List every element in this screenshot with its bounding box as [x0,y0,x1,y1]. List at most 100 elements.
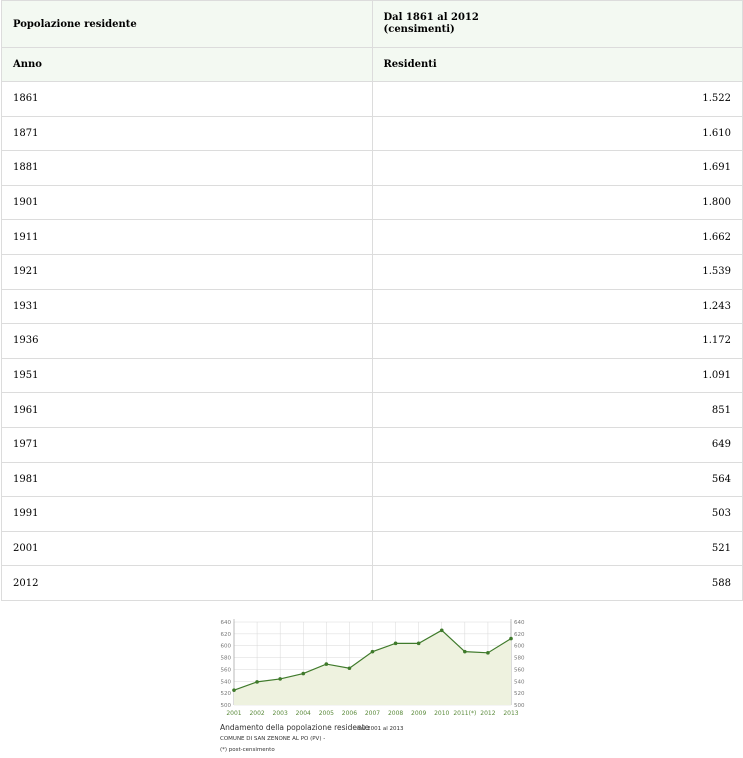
cell-year: 1911 [1,219,373,255]
x-tick-label: 2012 [480,710,495,717]
y-tick-label: 620 [221,632,232,638]
data-point [463,649,467,654]
cell-residents: 1.243 [371,288,743,325]
x-tick-label: 2006 [342,710,357,717]
cell-year: 1901 [1,184,373,221]
x-tick-label: 2009 [411,710,426,717]
data-point [278,677,282,681]
cell-residents: 851 [371,392,743,428]
chart-y-ticks-right: 500 520 540 560 580 600 620 640 [514,620,525,709]
column-header-residents: Residenti [371,47,743,82]
table-row: 1981 564 [1,461,743,498]
table-row: 1971 649 [1,426,743,463]
data-point [255,680,259,684]
cell-year: 1981 [1,461,373,498]
y-tick-label: 540 [221,679,232,685]
table-row: 2001 521 [1,530,743,567]
data-point [370,649,375,654]
header-population: Popolazione residente [1,0,373,48]
cell-year: 1936 [1,323,373,359]
x-tick-label: 2001 [226,710,241,717]
cell-year: 1931 [1,288,373,325]
y-tick-label: 580 [221,656,232,662]
table-row: 1871 1.610 [1,115,743,152]
chart-y-ticks-left: 500 520 540 560 580 600 620 640 [221,620,232,709]
x-tick-label: 2008 [388,710,403,717]
y-tick-label: 520 [514,691,525,697]
cell-residents: 503 [371,496,743,532]
cell-residents: 1.091 [371,357,743,394]
data-point [301,671,306,676]
table-row: 2012 588 [1,565,743,601]
y-tick-label: 620 [514,632,525,638]
cell-year: 1871 [1,115,373,152]
data-point [232,688,236,692]
chart-caption: COMUNE DI SAN ZENONE AL PO (PV) - [220,736,325,742]
population-table: Popolazione residente Dal 1861 al 2012 (… [1,0,743,601]
table-row: 1951 1.091 [1,357,743,394]
chart-x-ticks: 2001 2002 2003 2004 2005 2006 2007 2008 2009 2010… [226,710,518,717]
cell-residents: 1.539 [371,253,743,290]
table-row: 1921 1.539 [1,253,743,290]
x-tick-label: 2007 [365,710,380,717]
x-tick-label: 2013 [503,710,518,717]
y-tick-label: 560 [514,667,525,673]
data-point [393,641,398,646]
y-tick-label: 640 [514,620,525,626]
cell-residents: 1.522 [371,81,743,117]
cell-residents: 1.800 [371,184,743,221]
table-row: 1936 1.172 [1,323,743,359]
y-tick-label: 560 [221,667,232,673]
cell-residents: 588 [371,565,743,601]
table-row: 1861 1.522 [1,81,743,117]
y-tick-label: 600 [221,644,232,650]
table-row: 1911 1.662 [1,219,743,255]
y-tick-label: 580 [514,656,525,662]
chart-subtitle: dal 2001 al 2013 [357,726,404,732]
data-point [324,662,329,666]
data-point [347,666,352,671]
cell-year: 2012 [1,565,373,601]
population-chart: 500 520 540 560 580 600 620 640 500 520 540 560 580… [220,619,525,753]
data-point [439,628,444,633]
x-tick-label: 2002 [249,710,264,717]
data-point [509,636,513,641]
y-tick-label: 600 [514,644,525,650]
cell-year: 1951 [1,357,373,394]
y-tick-label: 640 [221,620,232,626]
x-tick-label: 2011(*) [453,710,476,717]
y-tick-label: 540 [514,679,525,685]
x-tick-label: 2005 [319,710,334,717]
cell-residents: 649 [371,426,743,463]
data-point [416,641,421,646]
cell-year: 1971 [1,426,373,463]
cell-year: 1881 [1,150,373,186]
y-tick-label: 500 [221,703,232,709]
cell-residents: 1.610 [371,115,743,152]
cell-year: 1961 [1,392,373,428]
table-row: 1931 1.243 [1,288,743,325]
table-header-row: Popolazione residente Dal 1861 al 2012 (… [1,0,743,48]
cell-residents: 1.691 [371,150,743,186]
header-period-line1: Dal 1861 al 2012 [383,12,479,23]
cell-residents: 521 [371,530,743,567]
table-row: 1991 503 [1,496,743,532]
header-period-line2: (censimenti) [383,24,455,35]
table-row: 1961 851 [1,392,743,428]
cell-residents: 564 [371,461,743,498]
header-period: Dal 1861 al 2012 (censimenti) [371,0,743,48]
cell-year: 1991 [1,496,373,532]
table-column-header-row: Anno Residenti [1,47,743,82]
data-point [486,651,490,655]
chart-note: (*) post-censimento [220,747,275,753]
cell-residents: 1.662 [371,219,743,255]
cell-year: 1921 [1,253,373,290]
chart-title: Andamento della popolazione residente [220,723,370,732]
cell-residents: 1.172 [371,323,743,359]
x-tick-label: 2004 [296,710,311,717]
y-tick-label: 500 [514,703,525,709]
table-row: 1901 1.800 [1,184,743,221]
table-row: 1881 1.691 [1,150,743,186]
x-tick-label: 2010 [434,710,449,717]
x-tick-label: 2003 [273,710,288,717]
